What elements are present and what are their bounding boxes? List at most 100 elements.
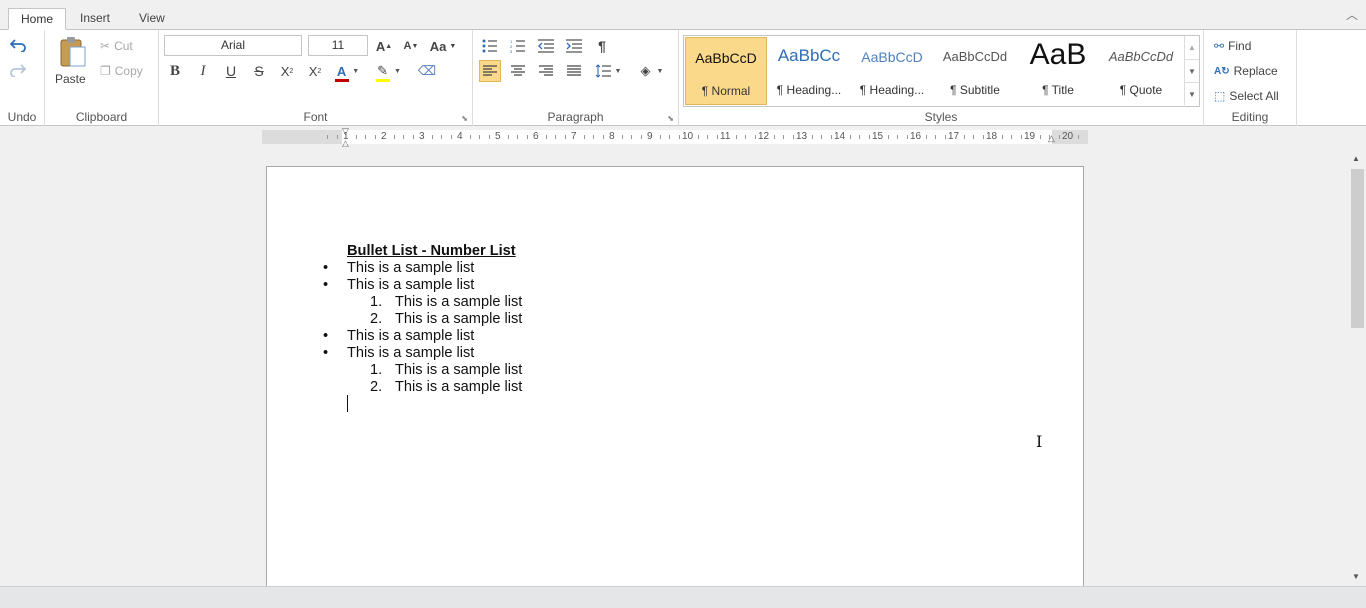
ruler-tick (868, 135, 870, 139)
chevron-up-icon[interactable]: ︿ (1346, 6, 1358, 23)
scroll-up-icon[interactable]: ▲ (1352, 154, 1360, 163)
ruler-number: 10 (682, 131, 694, 142)
find-button[interactable]: ⚯ Find (1214, 39, 1251, 53)
vertical-scrollbar[interactable]: ▲ ▼ (1349, 147, 1366, 586)
ruler-number: 12 (758, 131, 770, 142)
highlight-icon[interactable]: ✎ ▼ (373, 60, 405, 82)
gallery-scroll-up-icon[interactable]: ▲ (1184, 36, 1199, 59)
document-title: Bullet List - Number List (347, 243, 516, 259)
increase-indent-icon[interactable] (563, 35, 585, 57)
ruler-tick (441, 135, 442, 139)
list-marker: 1. (370, 362, 383, 378)
scroll-down-icon[interactable]: ▼ (1352, 572, 1360, 581)
ruler-tick (906, 135, 908, 139)
style-name: ¶ Title (1042, 83, 1074, 97)
font-dialog-launcher-icon[interactable]: ⬊ (461, 114, 468, 123)
style-sample: AaBbCcDd (1108, 49, 1174, 64)
numbering-icon[interactable]: 123 (507, 35, 529, 57)
paragraph-group-label: Paragraph (547, 110, 604, 124)
italic-icon[interactable]: I (192, 60, 214, 82)
ruler-tick (593, 135, 594, 139)
ruler-number: 8 (609, 131, 615, 142)
select-all-button[interactable]: ⬚ Select All (1214, 89, 1279, 103)
strikethrough-icon[interactable]: S (248, 60, 270, 82)
align-left-icon[interactable] (479, 60, 501, 82)
ruler-tick (526, 135, 528, 139)
style-title[interactable]: AaB ¶ Title (1017, 37, 1099, 105)
ruler-number: 7 (571, 131, 577, 142)
replace-label: Replace (1233, 64, 1278, 78)
show-formatting-marks-icon[interactable]: ¶ (591, 35, 613, 57)
decrease-indent-icon[interactable] (535, 35, 557, 57)
list-marker: • (323, 260, 329, 276)
cut-button[interactable]: ✂ Cut (100, 39, 133, 53)
ruler-number: 2 (381, 131, 387, 142)
ruler-left-margin (262, 130, 342, 144)
undo-icon[interactable] (7, 34, 29, 56)
list-item: This is a sample list (347, 277, 475, 293)
ruler-tick (944, 135, 946, 139)
style-normal[interactable]: AaBbCcD ¶ Normal (685, 37, 767, 105)
scrollbar-thumb[interactable] (1351, 169, 1364, 328)
font-size-combo[interactable]: 11 (308, 35, 368, 56)
ruler-tick (469, 135, 471, 139)
find-label: Find (1228, 39, 1252, 53)
bullets-icon[interactable] (479, 35, 501, 57)
superscript-icon[interactable]: X2 (276, 60, 298, 82)
gallery-more-icon[interactable]: ▼ (1184, 82, 1199, 105)
style-heading-1[interactable]: AaBbCc ¶ Heading... (768, 37, 850, 105)
tab-insert[interactable]: Insert (68, 8, 122, 30)
replace-button[interactable]: A↻ Replace (1214, 64, 1278, 78)
first-line-indent-marker-icon[interactable]: ▽ (342, 126, 349, 137)
bold-icon[interactable]: B (164, 60, 186, 82)
gallery-scroll-down-icon[interactable]: ▼ (1184, 59, 1199, 82)
style-name: ¶ Normal (701, 84, 751, 98)
underline-icon[interactable]: U (220, 60, 242, 82)
ruler-tick (517, 135, 518, 139)
ruler-tick (754, 135, 756, 139)
ruler-tick (336, 135, 338, 139)
list-marker: 2. (370, 379, 383, 395)
shading-icon[interactable]: ◈ ▼ (635, 60, 669, 82)
copy-button[interactable]: ❐ Copy (100, 64, 143, 78)
text-caret (347, 395, 348, 412)
right-indent-marker-icon[interactable]: △ (1048, 133, 1055, 144)
subscript-icon[interactable]: X2 (304, 60, 326, 82)
ruler-tick (897, 135, 898, 139)
document-page[interactable]: Bullet List - Number List • This is a sa… (266, 166, 1084, 586)
ribbon: Undo Paste ✂ Cut ❐ Copy Clipboard Arial … (0, 30, 1366, 126)
style-subtitle[interactable]: AaBbCcDd ¶ Subtitle (934, 37, 1016, 105)
paragraph-dialog-launcher-icon[interactable]: ⬊ (667, 114, 674, 123)
ruler-tick (393, 135, 395, 139)
font-name-combo[interactable]: Arial (164, 35, 302, 56)
tab-home[interactable]: Home (8, 8, 67, 30)
style-name: ¶ Subtitle (950, 83, 1000, 97)
horizontal-ruler[interactable]: 1 2 3 4 5 6 7 8 9 10 11 12 13 14 15 16 17 18 19 20 ▽ △ △ (262, 126, 1088, 148)
ruler-tick (640, 135, 642, 139)
font-color-icon[interactable]: A ▼ (333, 60, 363, 82)
redo-icon[interactable] (7, 59, 29, 81)
ruler-number: 15 (872, 131, 884, 142)
align-center-icon[interactable] (507, 60, 529, 82)
ruler-tick (783, 135, 784, 139)
align-right-icon[interactable] (535, 60, 557, 82)
list-item: This is a sample list (395, 379, 523, 395)
clear-formatting-icon[interactable]: ⌫ (416, 60, 438, 82)
justify-icon[interactable] (563, 60, 585, 82)
ruler-number: 17 (948, 131, 960, 142)
ruler-number: 16 (910, 131, 922, 142)
styles-group-label: Styles (924, 110, 958, 124)
tab-view[interactable]: View (127, 8, 177, 30)
change-case-icon[interactable]: Aa ▼ (428, 35, 458, 57)
line-spacing-icon[interactable]: ▼ (591, 60, 625, 82)
paste-button[interactable]: Paste (53, 34, 89, 88)
style-heading-2[interactable]: AaBbCcD ¶ Heading... (851, 37, 933, 105)
ruler-tick (811, 135, 813, 139)
grow-font-icon[interactable]: A ▲ (373, 35, 395, 57)
ruler-tick (935, 135, 936, 139)
clipboard-group-label: Clipboard (75, 110, 128, 124)
ruler-tick (564, 135, 566, 139)
shrink-font-icon[interactable]: A ▼ (400, 35, 422, 57)
ruler-tick (1077, 135, 1079, 139)
style-quote[interactable]: AaBbCcDd ¶ Quote (1100, 37, 1182, 105)
